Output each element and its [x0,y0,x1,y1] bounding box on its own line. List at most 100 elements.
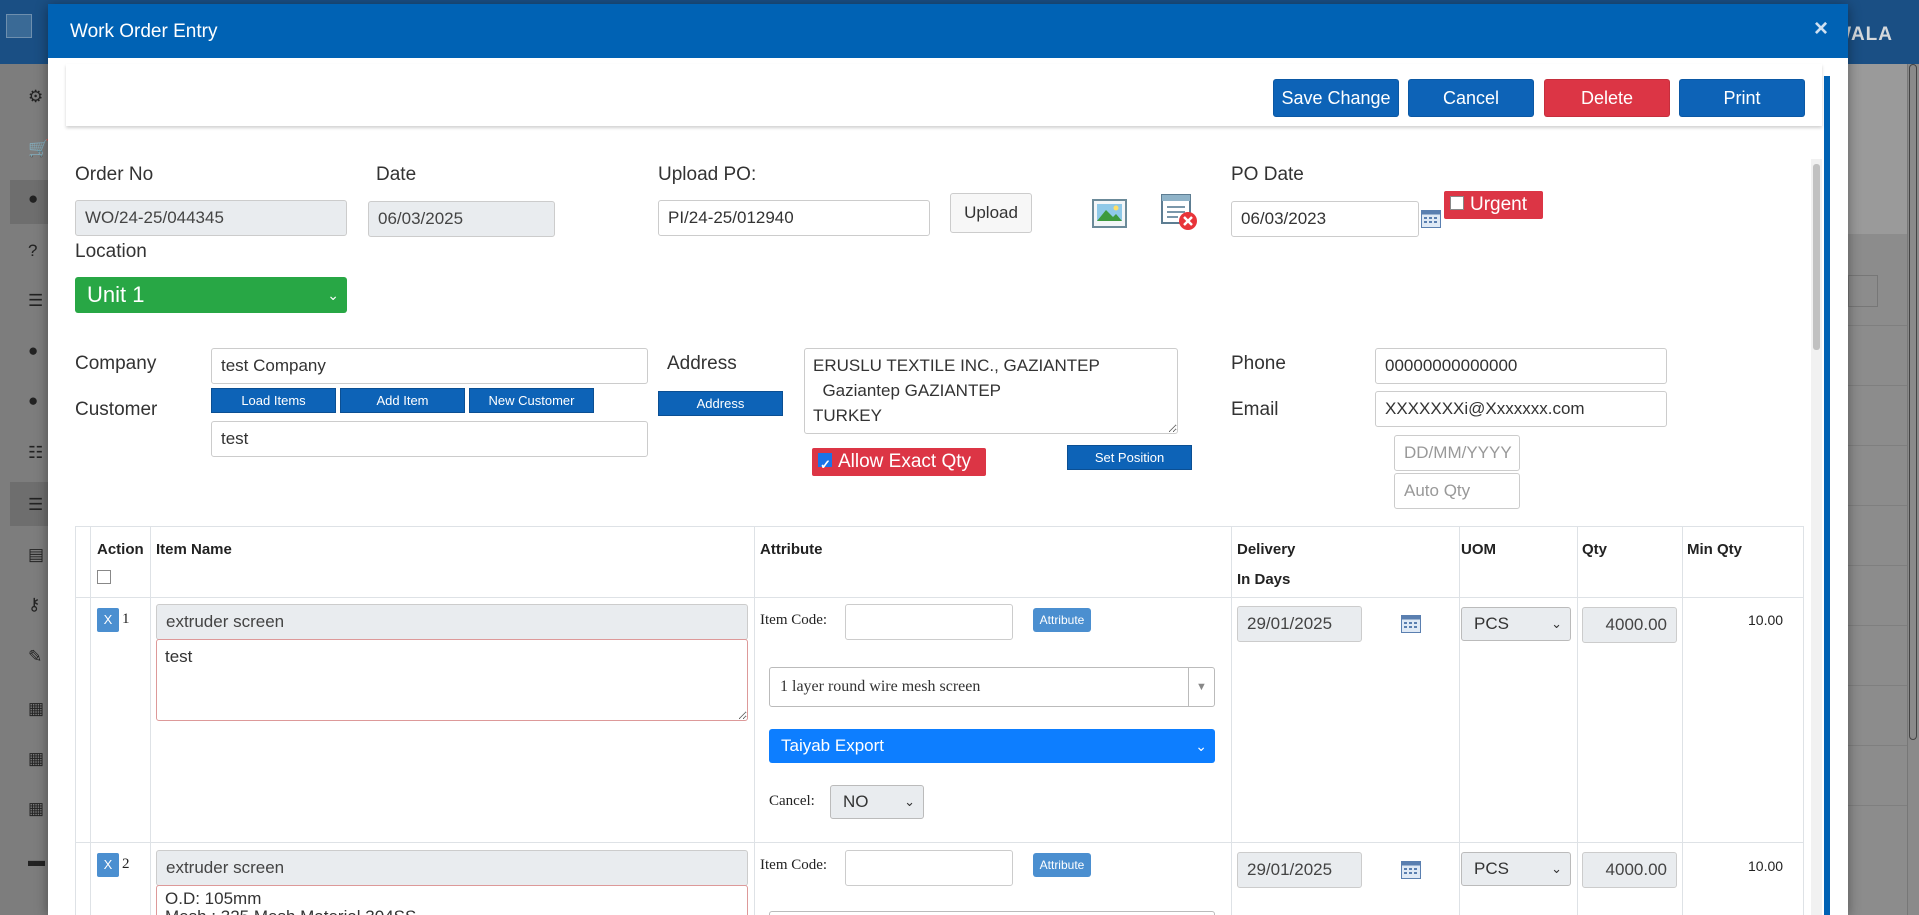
app-row-divider [1848,445,1908,446]
attribute-button[interactable]: Attribute [1033,853,1091,877]
urgent-label: Urgent [1470,194,1528,215]
load-items-button[interactable]: Load Items [211,388,336,413]
header-attribute: Attribute [760,541,823,558]
table-col-border [1231,526,1232,915]
location-select[interactable]: Unit 1 ⌄ [75,277,347,313]
delivery-date-field[interactable]: 29/01/2025 [1237,852,1362,888]
upload-po-field[interactable]: PI/24-25/012940 [658,200,930,236]
list-icon[interactable]: ☰ [28,292,48,310]
uom-select[interactable]: PCS ⌄ [1461,852,1571,886]
image-icon[interactable] [1092,198,1128,230]
gear-icon[interactable]: ⚙ [28,88,48,106]
delete-file-icon[interactable] [1160,193,1198,231]
auto-qty-field[interactable]: Auto Qty [1394,473,1520,509]
upload-button[interactable]: Upload [950,193,1032,233]
table-col-border [754,526,755,915]
app-row-divider [1848,625,1908,626]
calendar-icon[interactable]: ▦ [28,700,48,718]
app-search-input[interactable] [1848,275,1878,307]
key-icon[interactable]: ⚷ [28,596,48,614]
customer-field[interactable]: test [211,421,648,457]
calendar-icon-3[interactable]: ▦ [28,800,48,818]
set-position-button[interactable]: Set Position [1067,445,1192,470]
remove-row-button[interactable]: X [97,853,119,877]
qty-field[interactable]: 4000.00 [1582,852,1677,888]
user-settings-icon[interactable]: ● [28,392,48,410]
urgent-checkbox[interactable]: Urgent [1444,191,1543,219]
delivery-date-field[interactable]: 29/01/2025 [1237,606,1362,642]
item-name-field[interactable]: extruder screen [156,850,748,886]
save-change-button[interactable]: Save Change [1273,79,1399,117]
new-customer-button[interactable]: New Customer [469,388,594,413]
edit-icon[interactable]: ✎ [28,648,48,666]
header-qty: Qty [1582,541,1608,558]
card-icon[interactable]: ▬ [28,852,48,870]
attribute-button[interactable]: Attribute [1033,608,1091,632]
item-code-field[interactable] [845,604,1013,640]
menu-list-icon[interactable]: ☰ [28,496,48,514]
item-code-field[interactable] [845,850,1013,886]
cancel-value: NO [843,792,869,811]
uom-select[interactable]: PCS ⌄ [1461,607,1571,641]
attribute-combobox[interactable]: 1 layer round wire mesh screen ▼ [769,667,1215,707]
app-logo [6,14,32,38]
email-label: Email [1231,399,1279,420]
header-uom: UOM [1461,541,1496,558]
calendar-icon[interactable] [1421,210,1441,228]
min-qty-value: 10.00 [1748,858,1784,874]
export-value: Taiyab Export [781,736,884,755]
chevron-down-icon: ⌄ [1551,861,1562,876]
page-scrollbar-thumb[interactable] [1909,64,1917,740]
export-select[interactable]: Taiyab Export ⌄ [769,729,1215,763]
checklist-icon[interactable]: ☷ [28,444,48,462]
table-col-border [1803,526,1804,915]
calendar-icon[interactable] [1401,615,1421,633]
date-placeholder-field[interactable]: DD/MM/YYYY [1394,435,1520,471]
address-textarea[interactable]: ERUSLU TEXTILE INC., GAZIANTEP Gaziantep… [804,348,1178,434]
table-row-border [75,842,1804,843]
calendar-icon[interactable] [1401,861,1421,879]
select-all-checkbox[interactable] [97,570,111,584]
table-col-border [90,526,91,915]
uom-value: PCS [1474,859,1509,878]
calendar-icon-2[interactable]: ▦ [28,750,48,768]
item-notes-textarea[interactable]: test [156,639,748,721]
attribute-combobox[interactable] [769,911,1215,915]
allow-exact-qty-checkbox[interactable]: Allow Exact Qty [812,448,986,479]
modal-header: Work Order Entry × [48,4,1848,58]
modal-scrollbar-thumb[interactable] [1813,164,1820,350]
document-icon[interactable]: ▤ [28,546,48,564]
item-notes-textarea[interactable]: O.D: 105mm Mesh : 325 Mesh Material 304S… [156,885,748,915]
header-delivery-sub: In Days [1237,571,1291,588]
phone-field[interactable]: 00000000000000 [1375,348,1667,384]
add-item-button[interactable]: Add Item [340,388,465,413]
dropdown-arrow-icon[interactable]: ▼ [1188,668,1214,706]
email-field[interactable]: XXXXXXXi@Xxxxxxx.com [1375,391,1667,427]
po-date-field[interactable]: 06/03/2023 [1231,201,1419,237]
row-index: 2 [122,856,130,872]
address-button[interactable]: Address [658,391,783,416]
uom-value: PCS [1474,614,1509,633]
urgent-checkbox-box[interactable] [1450,195,1464,210]
cart-icon[interactable]: 🛒 [28,140,49,158]
app-row-divider [1848,325,1908,326]
app-row-divider [1848,745,1908,746]
header-min-qty: Min Qty [1687,541,1742,558]
item-name-field[interactable]: extruder screen [156,604,748,640]
users-icon[interactable]: ● [28,342,48,360]
date-field[interactable]: 06/03/2025 [368,201,555,237]
close-icon[interactable]: × [1814,17,1828,41]
allow-exact-qty-checkbox-box[interactable] [818,451,832,479]
cancel-select[interactable]: NO ⌄ [830,785,924,819]
qty-field[interactable]: 4000.00 [1582,607,1677,643]
order-no-label: Order No [75,164,154,185]
company-field[interactable]: test Company [211,348,648,384]
delete-button[interactable]: Delete [1544,79,1670,117]
help-icon[interactable]: ? [28,242,48,260]
order-no-field[interactable]: WO/24-25/044345 [75,200,347,236]
cancel-button[interactable]: Cancel [1408,79,1534,117]
date-label: Date [376,164,417,185]
remove-row-button[interactable]: X [97,608,119,632]
user-icon[interactable]: ● [28,190,48,208]
print-button[interactable]: Print [1679,79,1805,117]
